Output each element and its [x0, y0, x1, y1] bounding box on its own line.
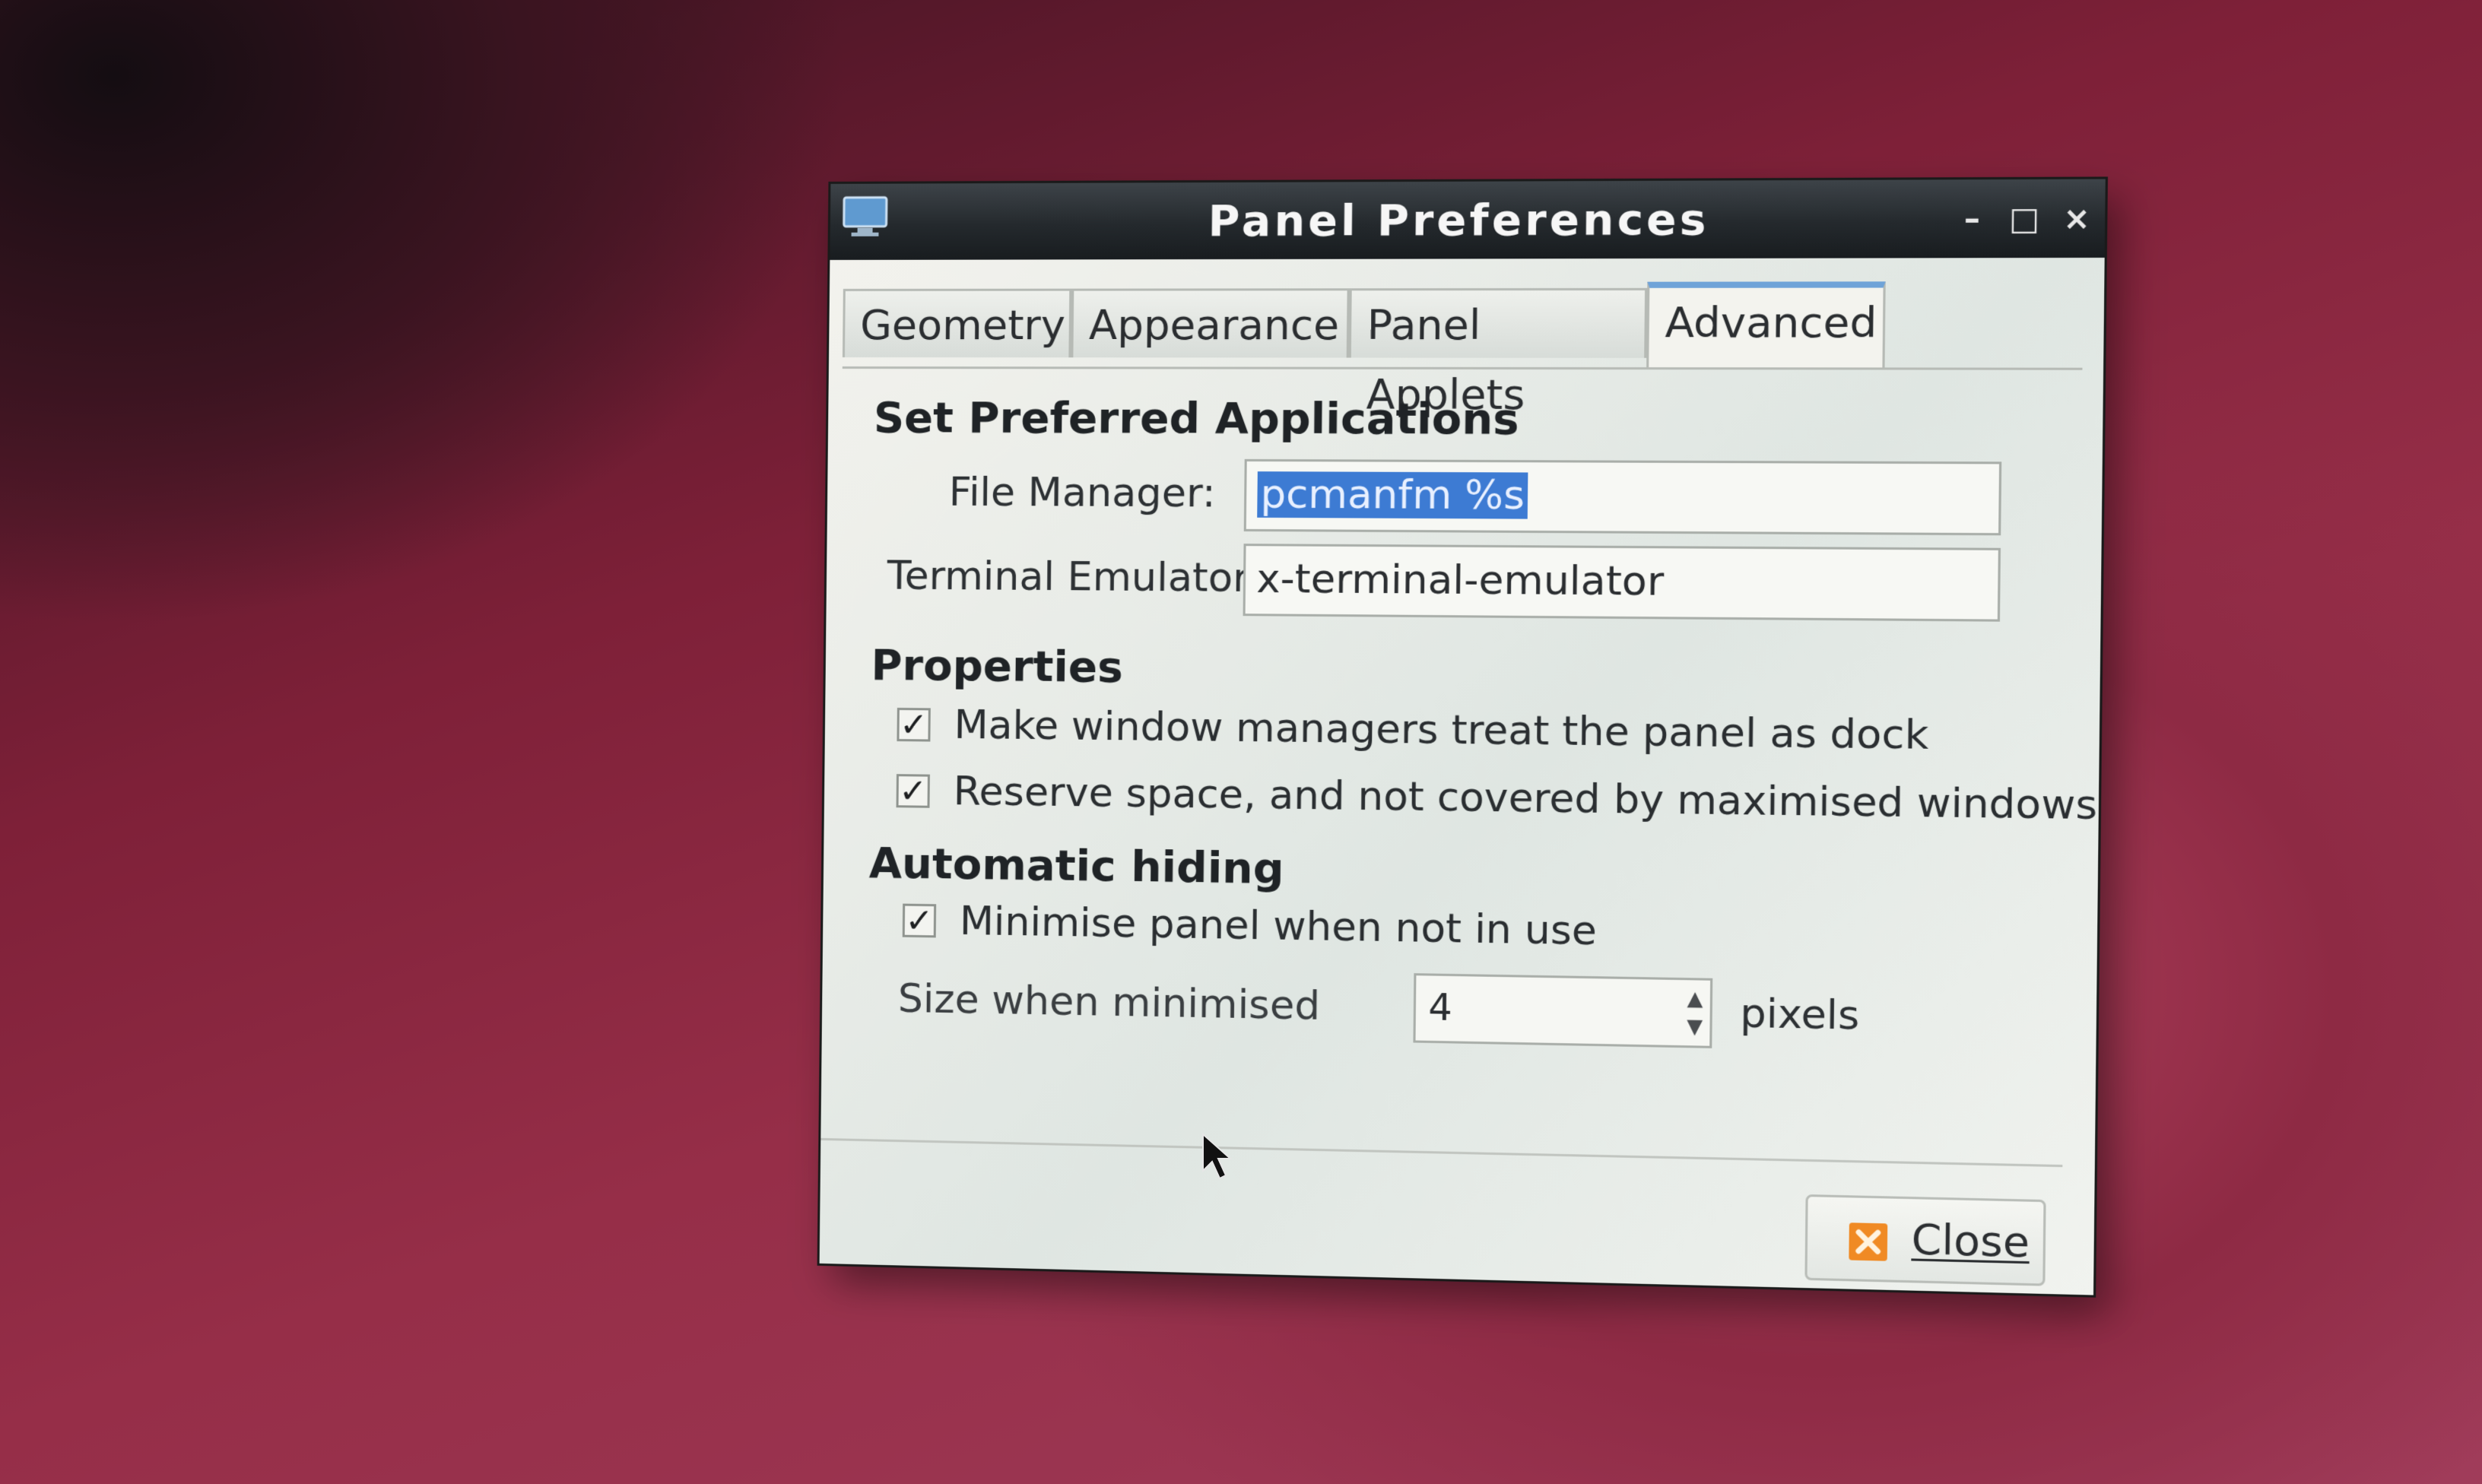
tab-panel-applets[interactable]: Panel Applets	[1348, 287, 1648, 419]
pixels-unit-label: pixels	[1739, 990, 1860, 1040]
close-button[interactable]: Close	[1804, 1194, 2046, 1286]
terminal-emulator-input[interactable]: x-terminal-emulator	[1243, 544, 2001, 622]
tab-bar: Geometry Appearance Panel Applets Advanc…	[842, 281, 2105, 419]
minimise-panel-checkbox[interactable]: ✓	[902, 902, 937, 940]
panel-preferences-window: Panel Preferences – □ × Geometry Appeara…	[819, 179, 2106, 1295]
size-spinbox[interactable]: 4 ▲ ▼	[1413, 973, 1713, 1048]
window-close-button[interactable]: ×	[2056, 199, 2097, 239]
file-manager-value: pcmanfm %s	[1257, 471, 1528, 519]
close-x-icon	[1847, 1221, 1889, 1263]
tab-geometry[interactable]: Geometry	[842, 288, 1072, 358]
tab-appearance[interactable]: Appearance	[1071, 288, 1350, 358]
minimize-button[interactable]: –	[1952, 200, 1992, 239]
automatic-hiding-heading: Automatic hiding	[868, 838, 1284, 894]
mouse-cursor-icon	[1202, 1133, 1232, 1180]
properties-heading: Properties	[871, 640, 1124, 693]
button-separator	[820, 1137, 2063, 1168]
minimise-panel-label[interactable]: Minimise panel when not in use	[960, 899, 1598, 955]
terminal-emulator-label: Terminal Emulator:	[887, 553, 1263, 602]
size-value: 4	[1428, 985, 1453, 1030]
title-bar[interactable]: Panel Preferences – □ ×	[830, 179, 2106, 260]
dock-label[interactable]: Make window managers treat the panel as …	[954, 702, 1928, 759]
file-manager-input[interactable]: pcmanfm %s	[1243, 458, 2002, 536]
preferred-apps-heading: Set Preferred Applications	[873, 393, 1520, 445]
file-manager-label: File Manager:	[948, 469, 1217, 517]
reserve-space-checkbox[interactable]: ✓	[896, 772, 930, 811]
size-when-minimised-label: Size when minimised	[897, 975, 1321, 1030]
close-button-label: Close	[1911, 1214, 2030, 1267]
reserve-space-label[interactable]: Reserve space, and not covered by maximi…	[953, 769, 2097, 829]
maximize-button[interactable]: □	[2004, 200, 2044, 239]
dock-checkbox[interactable]: ✓	[897, 706, 931, 744]
window-title: Panel Preferences	[1208, 194, 1710, 246]
tab-advanced[interactable]: Advanced	[1646, 281, 1886, 369]
spin-arrows-icon[interactable]: ▲ ▼	[1683, 985, 1707, 1042]
